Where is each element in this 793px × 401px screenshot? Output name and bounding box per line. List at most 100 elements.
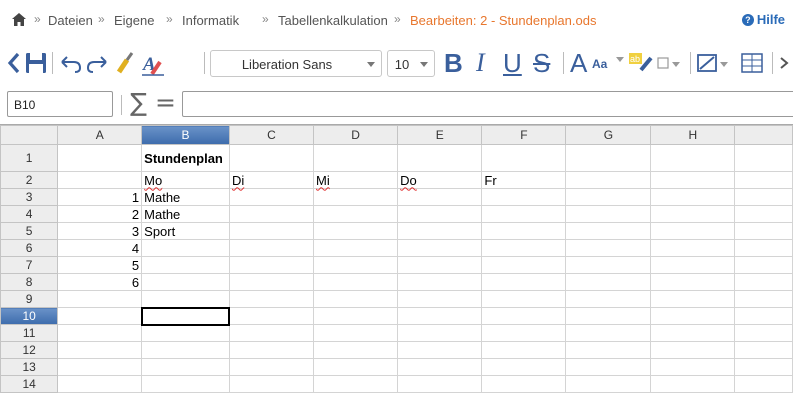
row-header[interactable]: 5 xyxy=(0,222,59,240)
cell-e1[interactable] xyxy=(397,144,483,172)
cell-d5[interactable] xyxy=(313,222,399,240)
breadcrumb-informatik[interactable]: Informatik xyxy=(182,13,239,28)
cell-f13[interactable] xyxy=(481,358,567,376)
cell-e13[interactable] xyxy=(397,358,483,376)
cell-h6[interactable] xyxy=(650,239,736,257)
cell-e14[interactable] xyxy=(397,375,483,393)
cell-g1[interactable] xyxy=(565,144,652,172)
highlight-color-icon[interactable]: ab xyxy=(627,48,657,78)
more-tools-icon[interactable] xyxy=(779,48,791,78)
cell-h7[interactable] xyxy=(650,256,736,274)
cell-h10[interactable] xyxy=(650,307,736,325)
row-header[interactable]: 10 xyxy=(0,307,59,325)
cell-i9[interactable] xyxy=(734,290,793,308)
cell-f2[interactable]: Fr xyxy=(481,171,567,189)
cell-a12[interactable] xyxy=(57,341,143,359)
cell-b6[interactable] xyxy=(141,239,230,257)
cell-g10[interactable] xyxy=(565,307,652,325)
cell-e4[interactable] xyxy=(397,205,483,223)
cell-f7[interactable] xyxy=(481,256,567,274)
cell-f3[interactable] xyxy=(481,188,567,206)
cell-d13[interactable] xyxy=(313,358,399,376)
cell-a6[interactable]: 4 xyxy=(57,239,143,257)
cell-f5[interactable] xyxy=(481,222,567,240)
column-header-b[interactable]: B xyxy=(141,125,230,145)
column-header-extra[interactable] xyxy=(734,125,793,145)
breadcrumb-eigene[interactable]: Eigene xyxy=(114,13,154,28)
underline-icon[interactable]: U xyxy=(503,48,522,78)
column-header-f[interactable]: F xyxy=(481,125,567,145)
cell-b14[interactable] xyxy=(141,375,230,393)
cell-f14[interactable] xyxy=(481,375,567,393)
cell-e2[interactable]: Do xyxy=(397,171,483,189)
cell-c1[interactable] xyxy=(228,144,315,172)
cell-g9[interactable] xyxy=(565,290,652,308)
formula-input[interactable] xyxy=(182,91,793,117)
cell-d4[interactable] xyxy=(313,205,399,223)
cell-h9[interactable] xyxy=(650,290,736,308)
cell-d8[interactable] xyxy=(313,273,399,291)
cell-d1[interactable] xyxy=(313,144,399,172)
cell-i10[interactable] xyxy=(734,307,793,325)
row-header[interactable]: 1 xyxy=(0,144,59,172)
cell-e10[interactable] xyxy=(397,307,483,325)
chevron-down-icon[interactable] xyxy=(616,56,624,86)
font-case-icon[interactable]: Aa xyxy=(592,49,607,79)
clone-formatting-icon[interactable] xyxy=(113,48,139,78)
cell-c8[interactable] xyxy=(228,273,315,291)
clear-formatting-icon[interactable]: A xyxy=(140,48,166,78)
cell-c3[interactable] xyxy=(228,188,315,206)
cell-h13[interactable] xyxy=(650,358,736,376)
cell-d2[interactable]: Mi xyxy=(313,171,399,189)
cell-b2[interactable]: Mo xyxy=(141,171,230,189)
wrap-text-icon[interactable] xyxy=(740,48,766,78)
cell-c12[interactable] xyxy=(228,341,315,359)
cell-b11[interactable] xyxy=(141,324,230,342)
cell-c13[interactable] xyxy=(228,358,315,376)
cell-b10[interactable] xyxy=(140,306,231,326)
breadcrumb-dateien[interactable]: Dateien xyxy=(48,13,93,28)
cell-h5[interactable] xyxy=(650,222,736,240)
cell-a3[interactable]: 1 xyxy=(57,188,143,206)
help-link[interactable]: ? Hilfe xyxy=(741,12,785,27)
back-icon[interactable] xyxy=(6,48,22,78)
cell-a14[interactable] xyxy=(57,375,143,393)
function-icon[interactable]: = xyxy=(155,88,176,117)
font-name-dropdown[interactable]: Liberation Sans xyxy=(210,50,382,77)
cell-d9[interactable] xyxy=(313,290,399,308)
column-header-h[interactable]: H xyxy=(650,125,736,145)
cell-a1[interactable] xyxy=(57,144,143,172)
cell-d3[interactable] xyxy=(313,188,399,206)
cell-i12[interactable] xyxy=(734,341,793,359)
row-header[interactable]: 9 xyxy=(0,290,59,308)
row-header[interactable]: 4 xyxy=(0,205,59,223)
italic-icon[interactable]: I xyxy=(476,48,485,78)
cell-b4[interactable]: Mathe xyxy=(141,205,230,223)
cell-i11[interactable] xyxy=(734,324,793,342)
column-header-d[interactable]: D xyxy=(313,125,399,145)
cell-a11[interactable] xyxy=(57,324,143,342)
cell-a5[interactable]: 3 xyxy=(57,222,143,240)
row-header[interactable]: 13 xyxy=(0,358,59,376)
cell-b12[interactable] xyxy=(141,341,230,359)
cell-b5[interactable]: Sport xyxy=(141,222,230,240)
row-header[interactable]: 11 xyxy=(0,324,59,342)
cell-i3[interactable] xyxy=(734,188,793,206)
row-header[interactable]: 2 xyxy=(0,171,59,189)
cell-a4[interactable]: 2 xyxy=(57,205,143,223)
cell-c9[interactable] xyxy=(228,290,315,308)
cell-b3[interactable]: Mathe xyxy=(141,188,230,206)
cell-c4[interactable] xyxy=(228,205,315,223)
cell-i2[interactable] xyxy=(734,171,793,189)
cell-d11[interactable] xyxy=(313,324,399,342)
cell-h14[interactable] xyxy=(650,375,736,393)
cell-c10[interactable] xyxy=(228,307,315,325)
cell-d7[interactable] xyxy=(313,256,399,274)
cell-g12[interactable] xyxy=(565,341,652,359)
cell-e3[interactable] xyxy=(397,188,483,206)
row-header[interactable]: 3 xyxy=(0,188,59,206)
column-header-c[interactable]: C xyxy=(228,125,315,145)
cell-e12[interactable] xyxy=(397,341,483,359)
row-header[interactable]: 14 xyxy=(0,375,59,393)
cell-h3[interactable] xyxy=(650,188,736,206)
